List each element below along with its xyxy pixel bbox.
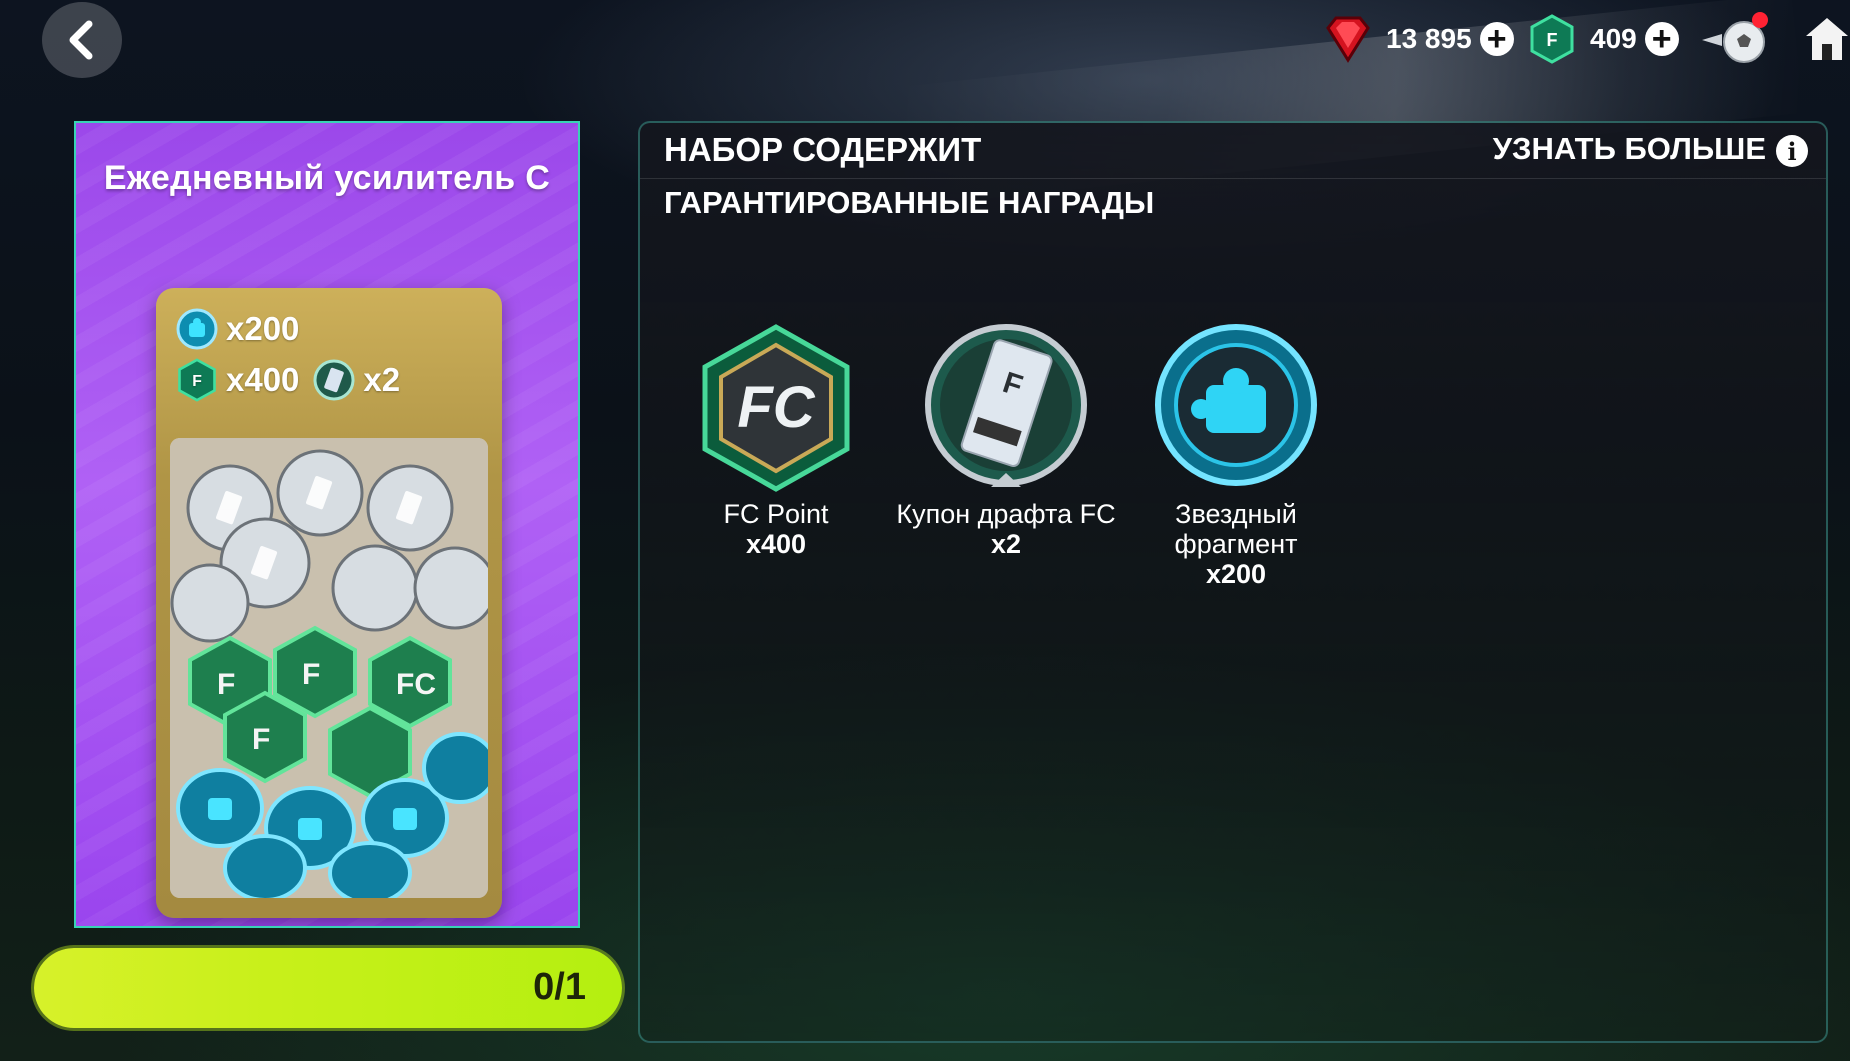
svg-text:F: F — [302, 658, 320, 691]
pack-title: Ежедневный усилитель С — [103, 159, 551, 197]
draft-coupon-icon — [313, 359, 355, 401]
svg-text:F: F — [252, 723, 270, 756]
red-gem-icon — [1326, 16, 1370, 63]
learn-more-link[interactable]: УЗНАТЬ БОЛЬШЕ — [1493, 131, 1766, 167]
fc-point-icon: F — [1530, 14, 1574, 64]
pack-item: F x400 x2 — [176, 358, 400, 402]
draft-coupon-icon: F — [925, 324, 1087, 487]
info-icon[interactable]: i — [1776, 135, 1808, 167]
plus-icon: + — [1651, 20, 1672, 58]
pack-item-qty: x2 — [363, 361, 401, 398]
star-fragment-icon — [176, 308, 218, 350]
star-fragment-icon — [1155, 324, 1317, 486]
home-icon — [1806, 18, 1848, 60]
reward-qty: x200 — [1205, 559, 1267, 589]
panel-divider — [640, 178, 1826, 179]
back-icon — [69, 20, 93, 60]
add-fc-points-button[interactable]: + — [1644, 20, 1679, 58]
pack-rewards-illustration: F F FCF — [170, 438, 488, 898]
fc-points-value: 409 — [1590, 23, 1637, 54]
home-button[interactable] — [1804, 14, 1850, 66]
reward-qty: x400 — [745, 529, 807, 559]
plus-icon: + — [1486, 20, 1507, 58]
pack-box: x200 F x400 x2 F F FC F — [156, 288, 502, 918]
pack-contents-panel: НАБОР СОДЕРЖИТ УЗНАТЬ БОЛЬШЕ i ГАРАНТИРО… — [638, 121, 1828, 1043]
pack-window: F F FC F — [170, 438, 488, 898]
svg-text:FC: FC — [396, 668, 436, 701]
reward-name: FC Point — [723, 499, 829, 529]
panel-title: НАБОР СОДЕРЖИТ — [664, 131, 982, 168]
progress-bar[interactable]: 0/1 — [34, 948, 622, 1028]
guaranteed-rewards-heading: ГАРАНТИРОВАННЫЕ НАГРАДЫ — [664, 185, 1155, 220]
add-gems-button[interactable]: + — [1479, 20, 1514, 58]
notification-dot — [1752, 12, 1768, 28]
reward-star-fragment[interactable]: Звездный фрагмент x200 — [1126, 323, 1346, 589]
gems-value: 13 895 — [1386, 23, 1472, 54]
pack-card[interactable]: Ежедневный усилитель С x200 F x400 x2 F … — [74, 121, 580, 928]
progress-text: 0/1 — [533, 966, 586, 1008]
fc-points-currency: F 409 + — [1528, 14, 1679, 64]
reward-name: Звездный фрагмент — [1174, 499, 1298, 559]
fc-point-icon: F — [178, 358, 216, 402]
back-button[interactable] — [42, 2, 122, 78]
pack-item-qty: x400 — [226, 361, 300, 398]
pack-item: x200 — [176, 308, 400, 350]
gems-currency: 13 895 + — [1322, 14, 1514, 64]
pack-contents: x200 F x400 x2 — [176, 308, 400, 410]
reward-fc-point[interactable]: FC FC Point x400 — [666, 323, 886, 559]
pack-item-qty: x200 — [226, 310, 300, 347]
svg-text:F: F — [1547, 30, 1558, 50]
reward-draft-coupon[interactable]: F Купон драфта FC x2 — [896, 323, 1116, 559]
svg-text:F: F — [217, 668, 235, 701]
svg-text:FC: FC — [737, 375, 815, 440]
reward-qty: x2 — [990, 529, 1022, 559]
reward-name: Купон драфта FC — [896, 499, 1116, 529]
football-button[interactable] — [1700, 12, 1770, 66]
svg-text:F: F — [192, 373, 202, 390]
fc-point-icon: FC — [702, 324, 850, 492]
